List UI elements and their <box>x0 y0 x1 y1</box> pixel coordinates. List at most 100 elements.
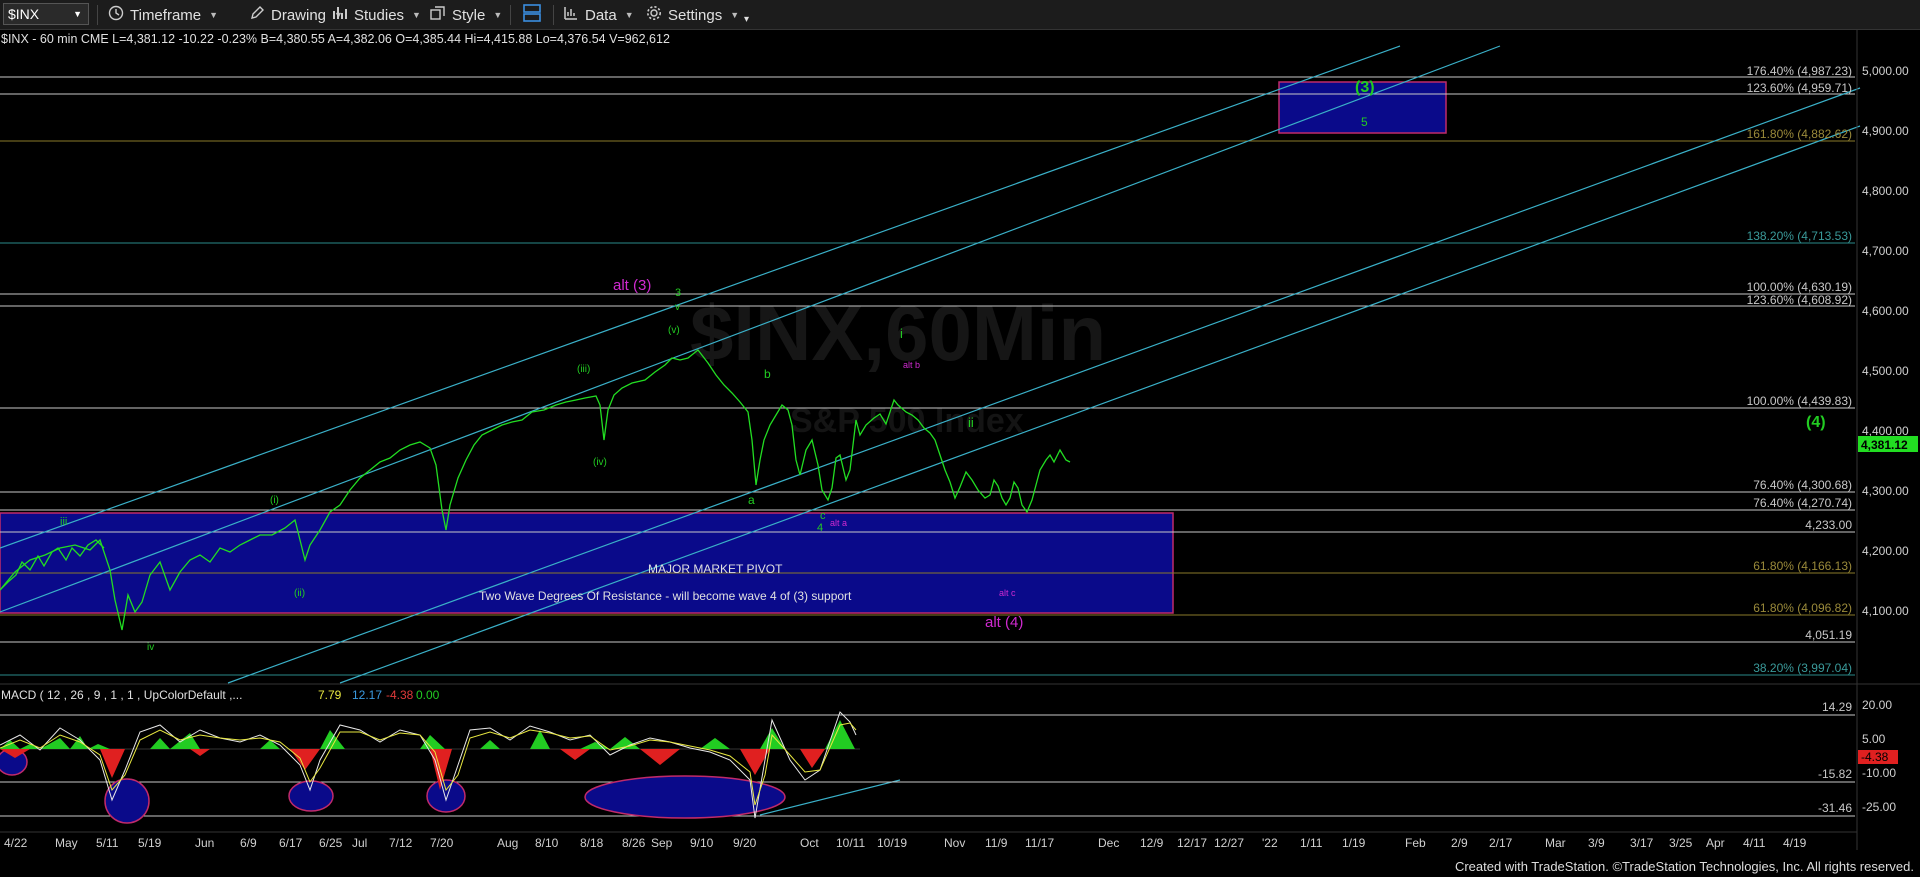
fib-label: 100.00% (4,630.19) <box>1747 280 1852 294</box>
x-tick: 12/9 <box>1140 836 1164 850</box>
x-tick: 11/17 <box>1025 836 1054 850</box>
settings-button[interactable]: Settings ▼ <box>646 0 739 30</box>
x-tick: Nov <box>944 836 965 850</box>
drawing-button[interactable]: Drawing ▼ <box>249 0 343 30</box>
x-tick: 8/10 <box>535 836 559 850</box>
macd-value-2: 12.17 <box>352 688 382 702</box>
macd-level-label: 14.29 <box>1822 700 1852 714</box>
x-tick: 5/11 <box>96 836 119 850</box>
wave-c-label: c <box>820 510 826 522</box>
wave-4-label: (4) <box>1806 414 1826 431</box>
fib-label: 61.80% (4,166.13) <box>1753 559 1852 573</box>
macd-label: MACD ( 12 , 26 , 9 , 1 , 1 , UpColorDefa… <box>1 688 242 702</box>
x-tick: 7/20 <box>430 836 454 850</box>
chart-icon <box>563 5 579 25</box>
price-tick: 4,900.00 <box>1862 124 1909 138</box>
macd-level-label: -31.46 <box>1818 801 1852 815</box>
x-tick: 3/17 <box>1630 836 1654 850</box>
x-tick: 5/19 <box>138 836 162 850</box>
style-icon <box>430 5 446 25</box>
pivot-subtitle: Two Wave Degrees Of Resistance - will be… <box>479 589 852 603</box>
alt-3-label: alt (3) <box>613 277 651 294</box>
chevron-down-icon: ▼ <box>73 9 82 19</box>
pivot-title: MAJOR MARKET PIVOT <box>648 562 783 576</box>
symbol-input[interactable]: $INX ▼ <box>3 3 89 25</box>
x-tick: 9/20 <box>733 836 757 850</box>
wave-iv-paren-label: (iv) <box>593 457 607 468</box>
fib-label: 76.40% (4,270.74) <box>1753 496 1852 510</box>
data-label: Data <box>585 6 617 24</box>
x-tick: Jul <box>352 836 367 850</box>
x-tick: 6/17 <box>279 836 303 850</box>
x-tick: 8/26 <box>622 836 646 850</box>
fib-label: 76.40% (4,300.68) <box>1753 478 1852 492</box>
wave-a-label: a <box>748 493 755 507</box>
alt-b-label: alt b <box>903 360 920 370</box>
chevron-down-icon: ▼ <box>209 10 219 20</box>
x-tick: Oct <box>800 836 819 850</box>
fib-label: 61.80% (4,096.82) <box>1753 601 1852 615</box>
chevron-down-icon: ▼ <box>730 10 740 20</box>
x-tick: Aug <box>497 836 518 850</box>
fib-label: 123.60% (4,959.71) <box>1747 81 1852 95</box>
gear-icon <box>646 5 662 25</box>
x-tick: 9/10 <box>690 836 714 850</box>
x-tick: 2/9 <box>1451 836 1468 850</box>
wave-v-paren-label: (v) <box>668 325 680 336</box>
copyright-text: Created with TradeStation. ©TradeStation… <box>1454 859 1914 874</box>
studies-button[interactable]: Studies ▼ <box>332 0 421 30</box>
x-tick: 11/9 <box>985 836 1008 850</box>
price-tick: 4,700.00 <box>1862 244 1909 258</box>
settings-label: Settings <box>668 6 723 24</box>
price-tick: 4,300.00 <box>1862 484 1909 498</box>
style-button[interactable]: Style ▼ <box>430 0 502 30</box>
layout-button[interactable] <box>522 0 548 30</box>
x-tick: 6/25 <box>319 836 343 850</box>
toolbar-separator <box>510 5 511 25</box>
footer: Created with TradeStation. ©TradeStation… <box>0 857 1920 877</box>
wave-iv-label: iv <box>147 642 154 653</box>
data-button[interactable]: Data ▼ <box>563 0 634 30</box>
x-tick: Jun <box>195 836 214 850</box>
macd-tick: 5.00 <box>1862 732 1886 746</box>
x-tick: Mar <box>1545 836 1566 850</box>
wave-i-label: i <box>900 326 903 341</box>
chart-area[interactable]: $INX - 60 min CME L=4,381.12 -10.22 -0.2… <box>0 30 1920 850</box>
wave-ii-label: ii <box>968 415 974 430</box>
price-tick: 4,200.00 <box>1862 544 1909 558</box>
watermark-symbol: $INX,60Min <box>690 289 1106 377</box>
x-tick: 3/9 <box>1588 836 1605 850</box>
chevron-down-icon: ▼ <box>493 10 503 20</box>
wave-3-label: (3) <box>1355 79 1375 96</box>
x-tick: 4/19 <box>1783 836 1807 850</box>
wave-ii-paren-label: (ii) <box>294 588 305 599</box>
price-tick: 5,000.00 <box>1862 64 1909 78</box>
layout-icon <box>522 3 542 27</box>
macd-level-label: -15.82 <box>1818 767 1852 781</box>
x-tick: 1/19 <box>1342 836 1366 850</box>
x-tick: '22 <box>1262 836 1278 850</box>
drawing-label: Drawing <box>271 6 327 24</box>
price-tick: 4,400.00 <box>1862 424 1909 438</box>
x-tick: May <box>55 836 78 850</box>
toolbar: $INX ▼ Timeframe ▼ Drawing ▼ Studies ▼ S… <box>0 0 1920 30</box>
wave-4-small-label: 4 <box>817 522 823 534</box>
timeframe-button[interactable]: Timeframe ▼ <box>108 0 218 30</box>
x-tick: Dec <box>1098 836 1119 850</box>
macd-tick: -25.00 <box>1862 800 1896 814</box>
macd-value-3: -4.38 <box>386 688 414 702</box>
x-tick: 3/25 <box>1669 836 1693 850</box>
wave-iii-paren-label: (iii) <box>577 364 590 375</box>
x-tick: 10/11 <box>836 836 865 850</box>
x-tick: 2/17 <box>1489 836 1513 850</box>
x-tick: 10/19 <box>877 836 907 850</box>
bars-icon <box>332 5 348 25</box>
chevron-down-icon: ▼ <box>624 10 634 20</box>
fib-label: 176.40% (4,987.23) <box>1747 64 1852 78</box>
clock-icon <box>108 5 124 25</box>
pencil-icon <box>249 5 265 25</box>
x-tick: 4/11 <box>1743 836 1766 850</box>
wave-b-label: b <box>764 367 771 381</box>
macd-value-1: 7.79 <box>318 688 342 702</box>
fib-label: 138.20% (4,713.53) <box>1747 229 1852 243</box>
